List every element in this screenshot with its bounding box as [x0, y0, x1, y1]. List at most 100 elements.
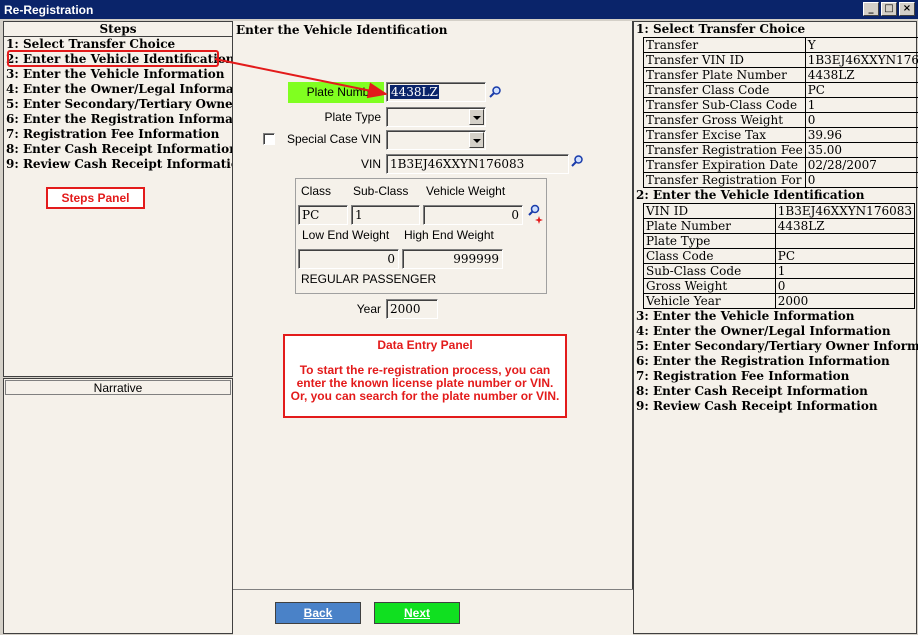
row-value: 1 [804, 97, 918, 113]
row-key: Sub-Class Code [643, 263, 776, 279]
row-value: 4438LZ [804, 67, 918, 83]
table-row: Class Code PC [643, 248, 916, 264]
vehicle-weight-field: 0 [423, 205, 523, 225]
table-row: Vehicle Year 2000 [643, 293, 916, 309]
plate-number-label: Plate Number [288, 82, 384, 103]
special-case-vin-label: Special Case VIN [286, 132, 381, 146]
summary-panel: 1: Select Transfer Choice Transfer Y Tran… [633, 21, 918, 634]
row-key: Transfer Excise Tax [643, 127, 806, 143]
step-8[interactable]: 8: Enter Cash Receipt Information [4, 142, 232, 157]
step-9[interactable]: 9: Review Cash Receipt Information [4, 157, 232, 172]
summary-section-title: 5: Enter Secondary/Tertiary Owner Inform… [636, 339, 918, 353]
table-row: Transfer Y [643, 37, 918, 53]
vehicle-weight-label: Vehicle Weight [426, 184, 506, 198]
table-row: Transfer Sub-Class Code 1 [643, 97, 918, 113]
row-value: 0 [804, 112, 918, 128]
step-3[interactable]: 3: Enter the Vehicle Information [4, 67, 232, 82]
row-value: 4438LZ [774, 218, 916, 234]
class-value: PC [302, 208, 320, 222]
row-key: Plate Type [643, 233, 776, 249]
table-row: Transfer VIN ID1B3EJ46XXYN176083 [643, 52, 918, 68]
summary-section-title: 8: Enter Cash Receipt Information [636, 384, 868, 398]
row-value: 35.00 [804, 142, 918, 158]
window-title: Re-Registration [4, 3, 94, 17]
step-4[interactable]: 4: Enter the Owner/Legal Information [4, 82, 232, 97]
row-key: Transfer Registration Fee [643, 142, 806, 158]
row-value: 0 [804, 172, 918, 188]
plate-type-select[interactable] [386, 107, 486, 127]
window-titlebar[interactable]: Re-Registration _ □ × [0, 0, 918, 19]
row-key: Transfer Plate Number [643, 67, 806, 83]
special-case-vin-checkbox[interactable] [263, 133, 275, 145]
table-row: Transfer Registration For 0 [643, 172, 918, 188]
current-step-highlight [7, 50, 219, 67]
summary-section-title: 1: Select Transfer Choice [636, 22, 806, 36]
summary-section-title: 3: Enter the Vehicle Information [636, 309, 855, 323]
button-bar: Back Next [233, 589, 633, 635]
weight-search-icon[interactable] [526, 204, 544, 224]
low-end-weight-label: Low End Weight [302, 228, 390, 242]
vin-search-icon[interactable] [570, 154, 584, 168]
step-7[interactable]: 7: Registration Fee Information [4, 127, 232, 142]
close-icon[interactable]: × [899, 2, 915, 16]
summary-section-title: 6: Enter the Registration Information [636, 354, 890, 368]
subclass-value: 1 [355, 208, 363, 222]
step-5[interactable]: 5: Enter Secondary/Tertiary Owner Infor [4, 97, 232, 112]
steps-header: Steps [4, 22, 232, 37]
back-button[interactable]: Back [275, 602, 361, 624]
row-value: Y [804, 37, 918, 53]
data-entry-panel: Enter the Vehicle Identification Plate N… [233, 21, 633, 589]
subclass-label: Sub-Class [353, 184, 409, 198]
row-value: 0 [774, 278, 916, 294]
special-case-vin-select[interactable] [386, 130, 486, 150]
low-end-weight-field: 0 [298, 249, 399, 269]
year-value: 2000 [390, 302, 421, 316]
table-row: Gross Weight 0 [643, 278, 916, 294]
table-row: Transfer Class Code PC [643, 82, 918, 98]
step-6[interactable]: 6: Enter the Registration Information [4, 112, 232, 127]
high-end-weight-field: 999999 [402, 249, 503, 269]
row-value: 1B3EJ46XXYN176083 [804, 52, 918, 68]
row-key: Transfer [643, 37, 806, 53]
subclass-field: 1 [351, 205, 420, 225]
vin-label: VIN [360, 157, 381, 171]
row-key: Transfer Gross Weight [643, 112, 806, 128]
row-value: PC [804, 82, 918, 98]
plate-type-label: Plate Type [324, 110, 381, 124]
plate-search-icon[interactable] [488, 85, 502, 99]
class-field: PC [298, 205, 348, 225]
row-value: PC [774, 248, 916, 264]
row-key: VIN ID [643, 203, 776, 219]
row-key: Vehicle Year [643, 293, 776, 309]
next-button[interactable]: Next [374, 602, 460, 624]
transfer-table: TransferY Transfer VIN ID1B3EJ46XXYN1760… [643, 37, 918, 188]
row-key: Transfer Expiration Date [643, 157, 806, 173]
minimize-icon[interactable]: _ [863, 2, 879, 16]
table-row: Plate Type [643, 233, 916, 249]
data-entry-annotation-body: To start the re-registration process, yo… [285, 364, 565, 403]
summary-section-title: 4: Enter the Owner/Legal Information [636, 324, 891, 338]
table-row: VIN ID 1B3EJ46XXYN176083 [643, 203, 916, 219]
low-end-weight-value: 0 [387, 252, 395, 266]
narrative-header: Narrative [5, 380, 231, 395]
steps-panel: Steps 1: Select Transfer Choice 2: Enter… [3, 21, 233, 377]
maximize-icon[interactable]: □ [881, 2, 897, 16]
data-entry-annotation: Data Entry Panel To start the re-registr… [283, 334, 567, 418]
row-key: Transfer Class Code [643, 82, 806, 98]
table-row: Transfer Registration Fee 35.00 [643, 142, 918, 158]
row-key: Transfer Registration For [643, 172, 806, 188]
summary-section-title: 7: Registration Fee Information [636, 369, 850, 383]
table-row: Transfer Expiration Date 02/28/2007 [643, 157, 918, 173]
row-value: 02/28/2007 [804, 157, 918, 173]
window-controls: _ □ × [863, 2, 915, 16]
table-row: Transfer Plate Number 4438LZ [643, 67, 918, 83]
narrative-panel: Narrative [3, 378, 233, 634]
chevron-down-icon[interactable] [469, 132, 484, 148]
plate-number-input[interactable]: 4438LZ [386, 82, 486, 102]
chevron-down-icon[interactable] [469, 109, 484, 125]
vin-input[interactable]: 1B3EJ46XXYN176083 [386, 154, 569, 174]
vin-value: 1B3EJ46XXYN176083 [390, 157, 525, 171]
table-row: Transfer Gross Weight 0 [643, 112, 918, 128]
class-label: Class [301, 184, 332, 198]
year-input[interactable]: 2000 [386, 299, 438, 319]
